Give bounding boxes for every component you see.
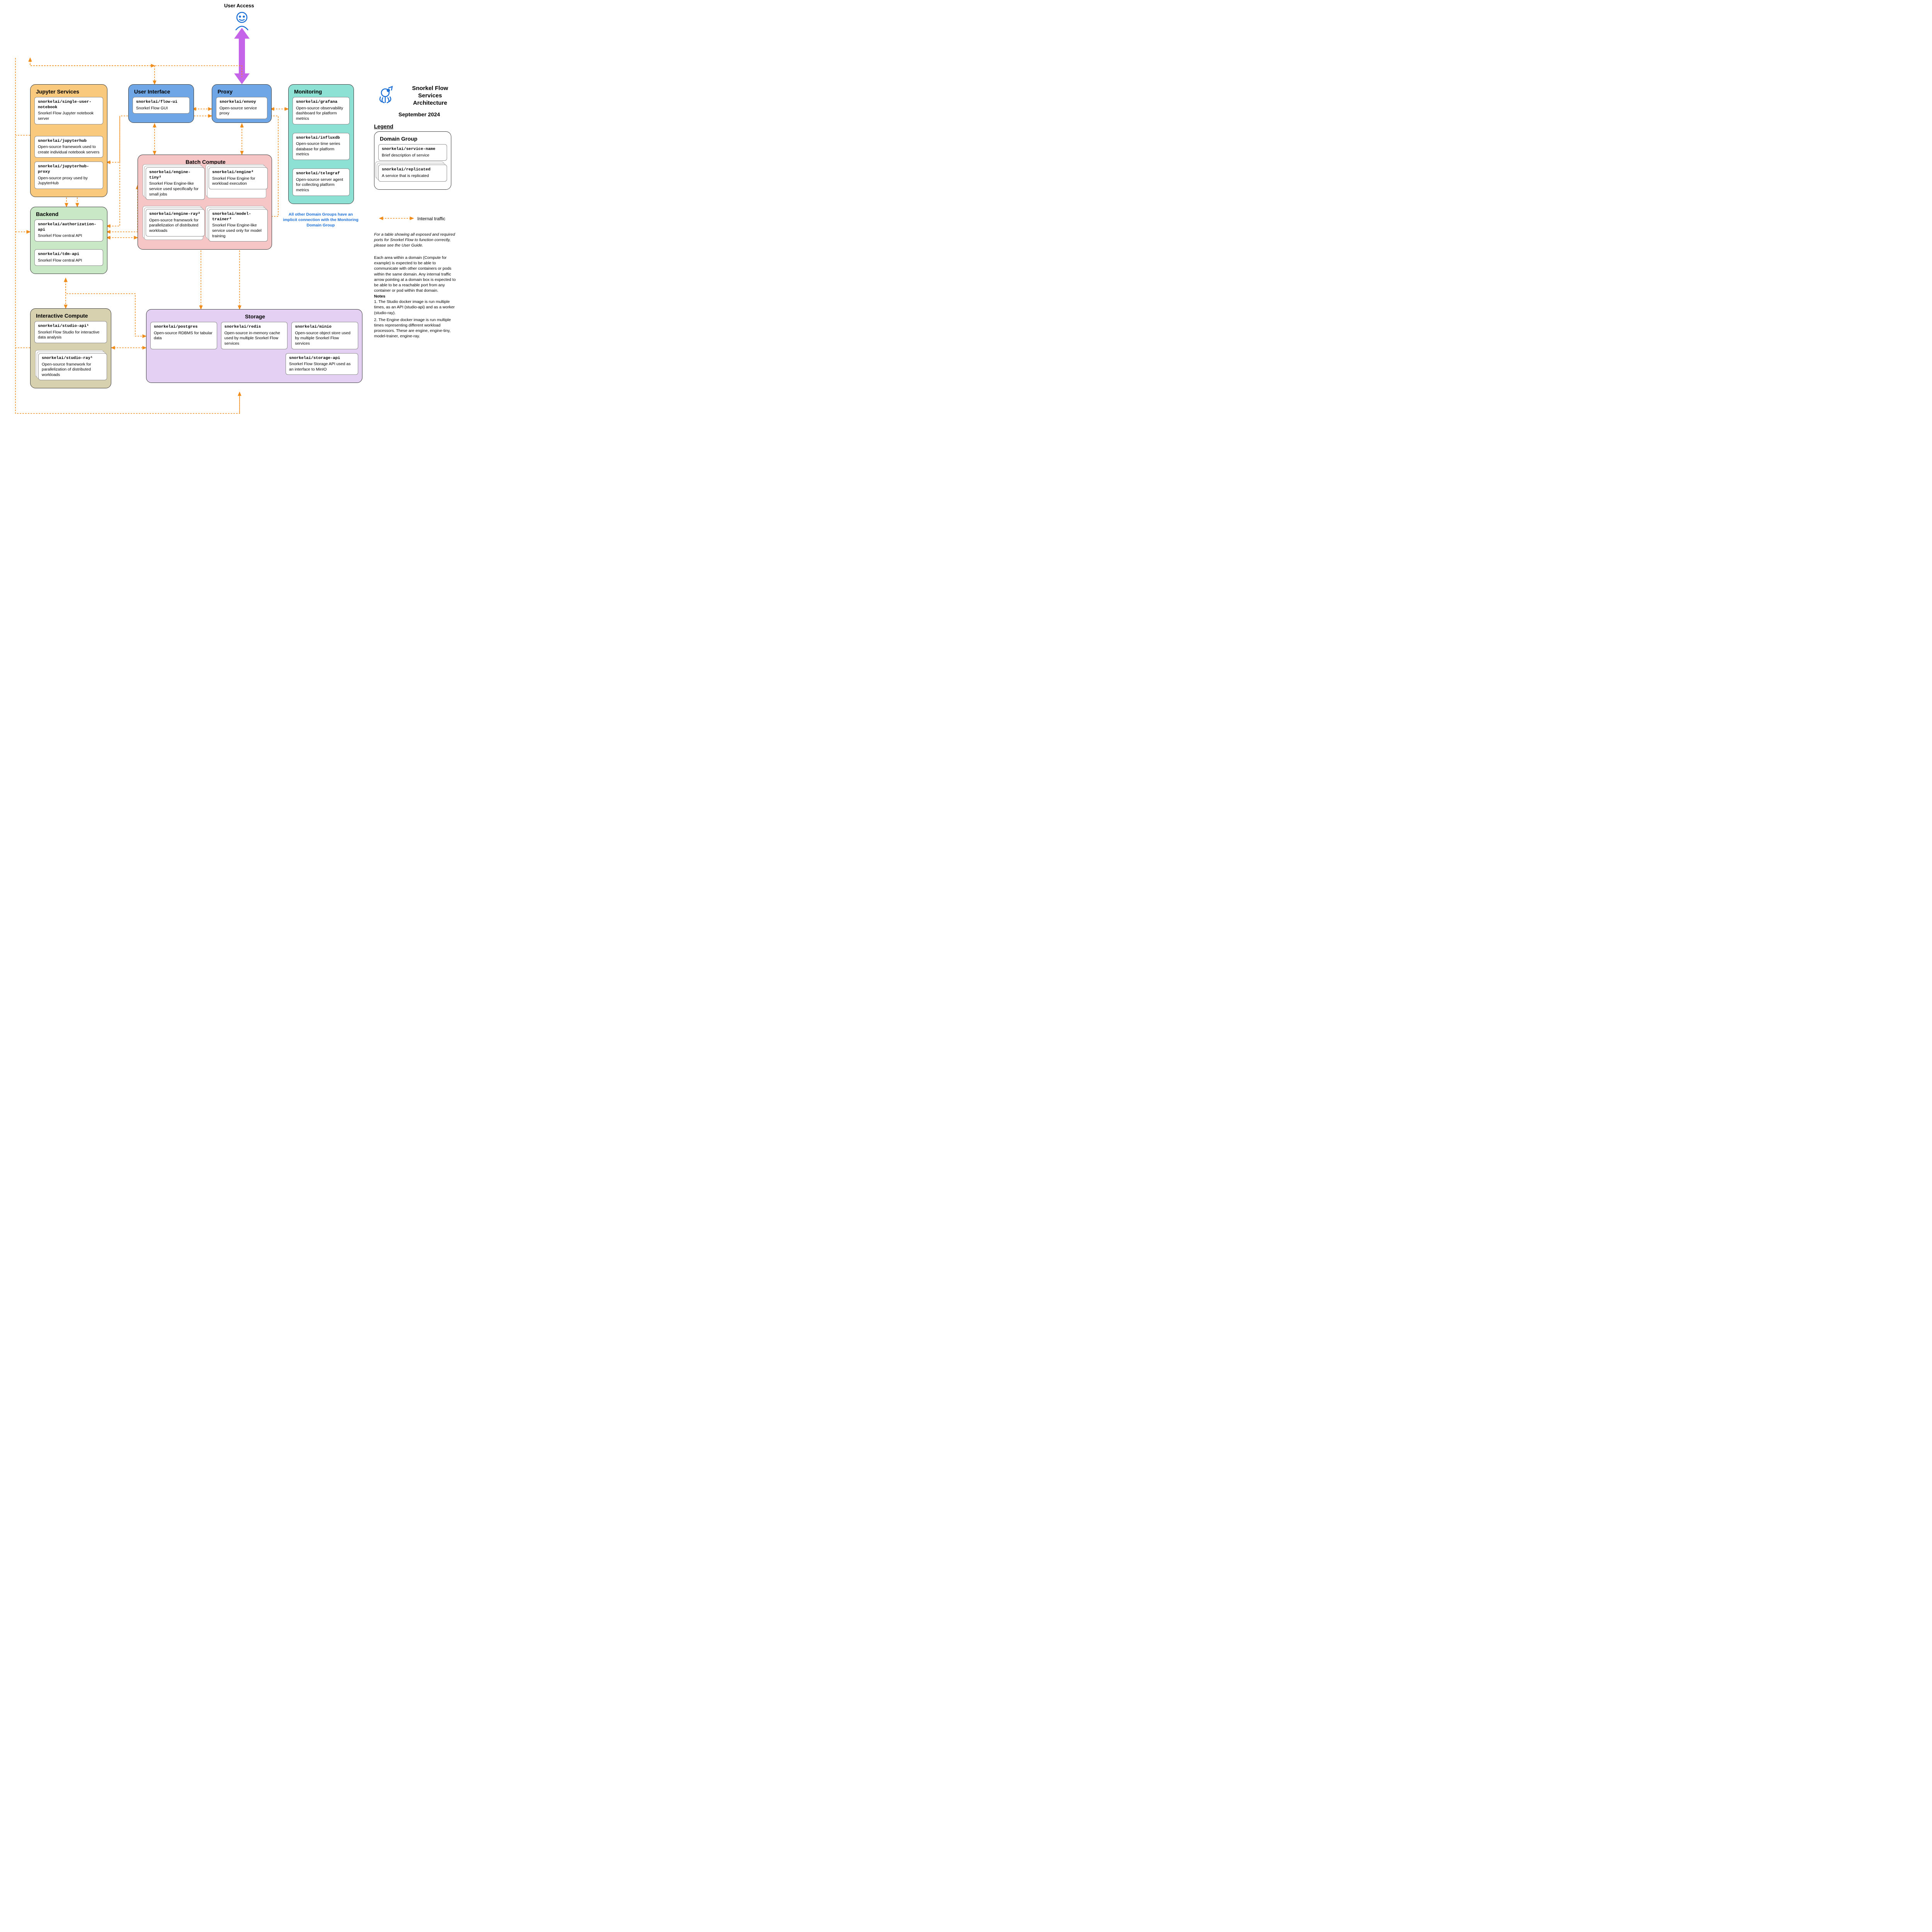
proxy-title: Proxy	[218, 88, 267, 95]
note-2: 2. The Engine docker image is run multip…	[374, 317, 459, 339]
domain-storage: Storage snorkelai/postgres Open-source R…	[146, 309, 362, 383]
svc-minio: snorkelai/minio Open-source object store…	[291, 322, 358, 349]
legend-rep-name: snorkelai/replicated	[382, 167, 444, 173]
svc-redis: snorkelai/redis Open-source in-memory ca…	[221, 322, 288, 349]
domain-comm-note: Each area within a domain (Compute for e…	[374, 255, 459, 293]
domain-proxy: Proxy snorkelai/envoy Open-source servic…	[212, 84, 272, 123]
svc-envoy: snorkelai/envoy Open-source service prox…	[216, 97, 267, 119]
svc-postgres: snorkelai/postgres Open-source RDBMS for…	[150, 322, 217, 349]
user-access-label: User Access	[224, 2, 254, 9]
interactive-title: Interactive Compute	[36, 313, 107, 319]
svc-jupyterhub: snorkelai/jupyterhub Open-source framewo…	[34, 136, 103, 158]
legend-svc-name: snorkelai/service-name	[382, 147, 444, 152]
user-access-arrow	[234, 28, 250, 84]
storage-title: Storage	[152, 313, 358, 320]
domain-batch: Batch Compute snorkelai/engine-tiny² Sno…	[138, 155, 272, 250]
svc-jupyterhub-proxy: snorkelai/jupyterhub-proxy Open-source p…	[34, 162, 103, 189]
title-line-2: Services	[418, 92, 442, 99]
legend-domain-group: Domain Group snorkelai/service-name Brie…	[374, 131, 451, 190]
legend-domain-title: Domain Group	[380, 136, 447, 142]
title-line-1: Snorkel Flow	[412, 85, 448, 92]
legend-rep-desc: A service that is replicated	[382, 173, 429, 178]
svc-model-trainer: snorkelai/model-trainer² Snorkel Flow En…	[209, 209, 268, 242]
svc-influxdb: snorkelai/influxdb Open-source time seri…	[293, 133, 350, 160]
legend-svc-desc: Brief description of service	[382, 153, 429, 158]
domain-backend: Backend snorkelai/authorization-api Snor…	[30, 207, 107, 274]
svc-storage-api: snorkelai/storage-api Snorkel Flow Stora…	[286, 353, 358, 375]
svc-studio-api: snorkelai/studio-api¹ Snorkel Flow Studi…	[34, 321, 107, 343]
legend-arrow-label: Internal traffic	[417, 216, 445, 222]
svc-authorization-api: snorkelai/authorization-api Snorkel Flow…	[34, 219, 103, 242]
domain-monitoring: Monitoring snorkelai/grafana Open-source…	[288, 84, 354, 204]
legend-heading: Legend	[374, 123, 393, 130]
monitoring-note: All other Domain Groups have an implicit…	[282, 212, 359, 228]
svc-engine-ray: snorkelai/engine-ray² Open-source framew…	[146, 209, 205, 242]
notes-heading: Notes	[374, 294, 459, 299]
domain-interactive: Interactive Compute snorkelai/studio-api…	[30, 308, 111, 388]
backend-title: Backend	[36, 211, 103, 217]
ui-title: User Interface	[134, 88, 190, 95]
monitoring-title: Monitoring	[294, 88, 350, 95]
legend-replicated-card: snorkelai/replicated A service that is r…	[378, 165, 447, 181]
jupyter-title: Jupyter Services	[36, 88, 103, 95]
legend-service-card: snorkelai/service-name Brief description…	[378, 144, 447, 161]
snorkel-logo-icon	[377, 85, 396, 104]
svc-studio-ray: snorkelai/studio-ray¹ Open-source framew…	[38, 353, 107, 381]
title-line-3: Architecture	[413, 100, 447, 106]
svc-telegraf: snorkelai/telegraf Open-source server ag…	[293, 168, 350, 196]
note-1: 1. The Studio docker image is run multip…	[374, 299, 459, 316]
user-icon	[236, 12, 248, 30]
domain-jupyter: Jupyter Services snorkelai/single-user-n…	[30, 84, 107, 197]
svc-single-user-notebook: snorkelai/single-user-notebook Snorkel F…	[34, 97, 103, 124]
svc-tdm-api: snorkelai/tdm-api Snorkel Flow central A…	[34, 249, 103, 266]
svc-engine-tiny: snorkelai/engine-tiny² Snorkel Flow Engi…	[146, 167, 205, 200]
header-block: Snorkel Flow Services Architecture Septe…	[377, 85, 462, 117]
date-label: September 2024	[377, 111, 462, 117]
svc-grafana: snorkelai/grafana Open-source observabil…	[293, 97, 350, 124]
svc-flow-ui: snorkelai/flow-ui Snorkel Flow GUI	[133, 97, 190, 114]
domain-ui: User Interface snorkelai/flow-ui Snorkel…	[128, 84, 194, 123]
ports-note: For a table showing all exposed and requ…	[374, 232, 459, 248]
svc-engine: snorkelai/engine² Snorkel Flow Engine fo…	[209, 167, 268, 200]
